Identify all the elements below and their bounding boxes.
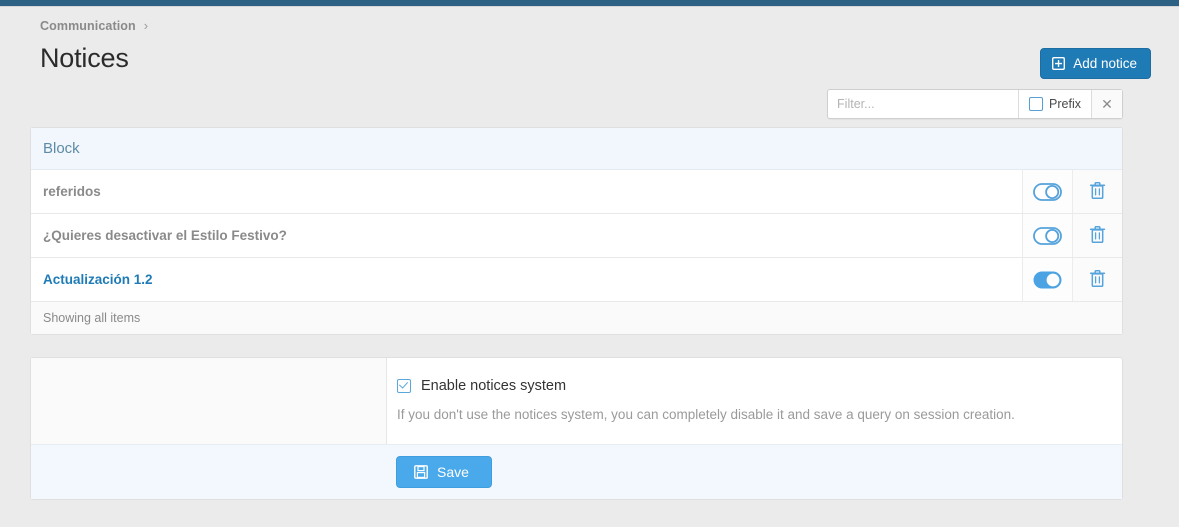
- prefix-checkbox-label: Prefix: [1049, 97, 1081, 111]
- settings-label-cell: [31, 358, 387, 444]
- filter-bar-wrapper: Prefix ✕: [28, 79, 1151, 119]
- add-notice-button-label: Add notice: [1073, 56, 1137, 71]
- page-title: Notices: [40, 43, 129, 73]
- top-navbar-strip: [0, 0, 1179, 7]
- notices-table-card: Block referidos ¿Quieres desactivar el Es…: [30, 127, 1123, 335]
- page-container: Communication › Notices Add notice Prefi…: [0, 7, 1179, 500]
- add-notice-button[interactable]: Add notice: [1040, 48, 1151, 79]
- enable-notices-checkbox-box[interactable]: [397, 379, 411, 393]
- notices-table-foot: Showing all items: [31, 301, 1122, 334]
- showing-items-text: Showing all items: [31, 301, 1122, 334]
- breadcrumb-item-communication[interactable]: Communication: [40, 19, 136, 33]
- enable-notices-help-text: If you don't use the notices system, you…: [397, 407, 1015, 422]
- clear-filter-button[interactable]: ✕: [1091, 90, 1122, 118]
- save-button-label: Save: [437, 464, 469, 480]
- filter-input[interactable]: [828, 90, 1019, 118]
- trash-icon[interactable]: [1072, 169, 1122, 214]
- prefix-checkbox-box[interactable]: [1029, 97, 1044, 111]
- column-header-block[interactable]: Block: [31, 128, 1022, 170]
- settings-row: Enable notices system If you don't use t…: [31, 358, 1122, 444]
- toggle-off-icon[interactable]: [1022, 213, 1073, 258]
- plus-square-icon: [1052, 57, 1066, 70]
- breadcrumb-chevron-icon: ›: [143, 18, 149, 33]
- close-icon: ✕: [1101, 95, 1113, 112]
- column-header-toggle: [1022, 128, 1072, 170]
- trash-icon[interactable]: [1072, 213, 1122, 258]
- notice-block-name[interactable]: ¿Quieres desactivar el Estilo Festivo?: [31, 213, 1023, 258]
- table-row: ¿Quieres desactivar el Estilo Festivo?: [31, 213, 1122, 258]
- table-row: Actualización 1.2: [31, 257, 1122, 302]
- toggle-on-icon[interactable]: [1022, 257, 1073, 302]
- settings-footer: Save: [31, 444, 1122, 499]
- breadcrumb: Communication ›: [28, 7, 1151, 33]
- enable-notices-checkbox-label: Enable notices system: [421, 378, 567, 394]
- table-header-row: Block: [31, 128, 1122, 170]
- notice-block-name[interactable]: Actualización 1.2: [31, 257, 1023, 302]
- enable-notices-checkbox[interactable]: Enable notices system: [397, 378, 1104, 394]
- toggle-off-icon[interactable]: [1022, 169, 1073, 214]
- table-footer-row: Showing all items: [31, 301, 1122, 334]
- notices-table-body: referidos ¿Quieres desactivar el Estilo F…: [31, 169, 1122, 302]
- notices-table: Block referidos ¿Quieres desactivar el Es…: [31, 128, 1122, 334]
- page-header: Notices Add notice: [28, 33, 1151, 79]
- table-row: referidos: [31, 169, 1122, 214]
- settings-content-cell: Enable notices system If you don't use t…: [387, 358, 1122, 444]
- notice-block-name[interactable]: referidos: [31, 169, 1023, 214]
- floppy-save-icon: [414, 465, 428, 479]
- save-button[interactable]: Save: [396, 456, 492, 488]
- column-header-delete: [1072, 128, 1122, 170]
- trash-icon[interactable]: [1072, 257, 1122, 302]
- notices-settings-card: Enable notices system If you don't use t…: [30, 357, 1123, 500]
- prefix-checkbox[interactable]: Prefix: [1019, 90, 1091, 118]
- filter-bar: Prefix ✕: [827, 89, 1123, 119]
- notices-table-head: Block: [31, 128, 1122, 170]
